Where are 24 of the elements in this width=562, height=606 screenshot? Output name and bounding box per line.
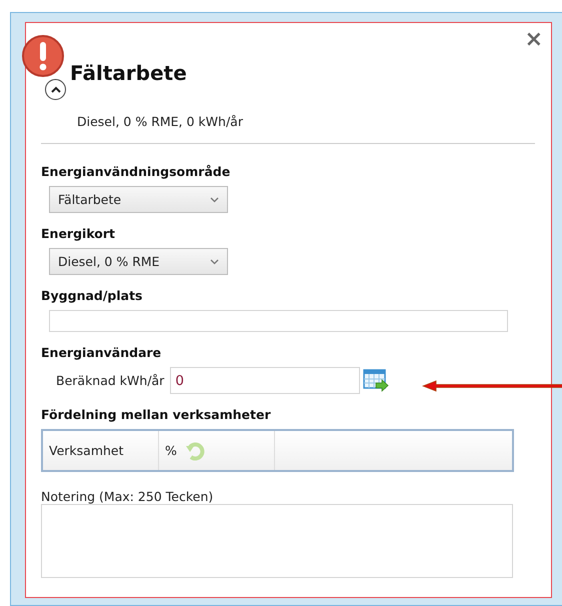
field-label: Energikort xyxy=(41,226,116,241)
collapse-button[interactable] xyxy=(45,79,66,100)
column-header[interactable]: % xyxy=(159,431,275,470)
field-label: Byggnad/plats xyxy=(41,288,143,303)
column-header[interactable]: Verksamhet xyxy=(43,431,159,470)
field-label: Energianvändningsområde xyxy=(41,164,230,179)
field-label: Fördelning mellan verksamheter xyxy=(41,407,271,422)
refresh-icon xyxy=(184,440,207,462)
calculator-button[interactable] xyxy=(363,368,390,392)
note-field[interactable] xyxy=(41,504,513,578)
field-label: Notering (Max: 250 Tecken) xyxy=(41,489,214,504)
table-arrow-icon xyxy=(363,368,390,392)
caret-icon xyxy=(210,258,219,264)
field-label: Energianvändare xyxy=(41,345,162,360)
dropdown[interactable]: Fältarbete xyxy=(49,186,228,213)
chevron-icon xyxy=(50,86,60,93)
summary-text: Diesel, 0 % RME, 0 kWh/år xyxy=(77,114,244,129)
field-label: Beräknad kWh/år xyxy=(56,373,164,388)
dropdown[interactable]: Diesel, 0 % RME xyxy=(49,248,228,275)
caret-icon xyxy=(210,196,219,202)
close-button[interactable]: × xyxy=(520,29,547,51)
panel-title: Fältarbete xyxy=(70,61,187,85)
input-field[interactable]: 0 xyxy=(170,367,360,394)
input-field[interactable] xyxy=(49,310,508,332)
